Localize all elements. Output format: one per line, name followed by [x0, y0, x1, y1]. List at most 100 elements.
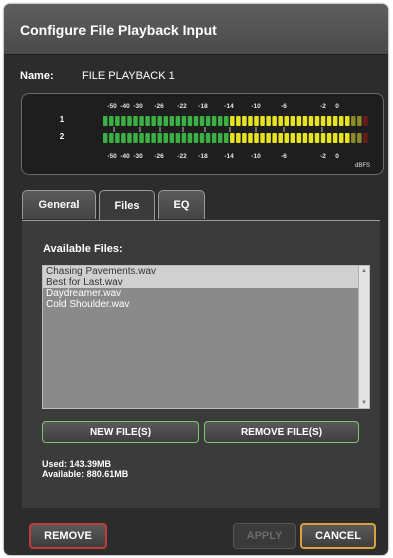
meter-segment: [308, 133, 314, 143]
remove-files-label: REMOVE FILE(S): [240, 426, 323, 438]
meter-segment: [357, 116, 362, 126]
meter-segment: [205, 116, 211, 126]
meter-segment: [133, 133, 138, 143]
meter-segment: [326, 133, 332, 143]
meter-scale-label: -40: [120, 103, 130, 110]
level-meter-graphic: -50 -40 -30 -26 -22 -18 -14 -10 -6 -2 0-50 -40 -30 -2…: [60, 103, 370, 169]
meter-segment: [248, 116, 253, 126]
available-space: Available: 880.61MB: [42, 469, 129, 479]
meter-segment: [169, 116, 175, 126]
level-meter: -50 -40 -30 -26 -22 -18 -14 -10 -6 -2 0 -50 -40 -30 -2…: [21, 93, 384, 175]
tab-eq[interactable]: EQ: [158, 190, 205, 219]
list-item[interactable]: Daydreamer.wav: [43, 288, 369, 299]
meter-segment: [242, 133, 247, 143]
meter-segment: [127, 133, 132, 143]
meter-segment: [157, 133, 162, 143]
meter-segment: [254, 133, 259, 143]
file-list-scrollbar[interactable]: ▲ ▼: [358, 266, 369, 408]
remove-label: REMOVE: [44, 530, 92, 542]
scroll-down-icon[interactable]: ▼: [360, 400, 368, 406]
meter-scale-label: -50: [107, 103, 117, 110]
meter-segment: [230, 133, 235, 143]
meter-segment: [272, 133, 277, 143]
meter-scale-label: -22: [177, 103, 187, 110]
meter-segment: [290, 133, 296, 143]
file-list[interactable]: Chasing Pavements.wav Best for Last.wav …: [42, 265, 370, 409]
meter-segment: [332, 133, 338, 143]
meter-segment: [103, 116, 108, 126]
meter-segment: [115, 116, 120, 126]
name-value: FILE PLAYBACK 1: [82, 70, 175, 82]
meter-segment: [314, 116, 320, 126]
meter-segment: [175, 116, 181, 126]
meter-scale-label: -26: [154, 153, 164, 160]
meter-scale-label: -30: [133, 153, 143, 160]
files-panel: Available Files: Chasing Pavements.wav B…: [22, 220, 380, 508]
dialog-title: Configure File Playback Input: [20, 22, 217, 38]
list-item[interactable]: Best for Last.wav: [43, 277, 369, 288]
meter-scale-label: -10: [251, 103, 261, 110]
meter-segment: [151, 116, 156, 126]
meter-segment: [266, 116, 271, 126]
meter-segment: [121, 116, 126, 126]
scroll-up-icon[interactable]: ▲: [360, 268, 368, 274]
meter-scale-label: -10: [251, 153, 261, 160]
tab-general-label: General: [38, 199, 80, 211]
tab-files-label: Files: [114, 200, 140, 212]
list-item[interactable]: Cold Shoulder.wav: [43, 299, 369, 310]
meter-segment: [175, 133, 181, 143]
cancel-button[interactable]: CANCEL: [300, 523, 376, 549]
cancel-label: CANCEL: [315, 530, 361, 542]
meter-scale-label: -26: [154, 103, 164, 110]
meter-segment: [139, 116, 144, 126]
meter-segment: [351, 133, 356, 143]
meter-segment: [296, 116, 302, 126]
meter-segment: [290, 116, 296, 126]
meter-scale-label: -2: [320, 153, 326, 160]
meter-scale-label: -40: [120, 153, 130, 160]
meter-segment: [187, 133, 193, 143]
meter-channel-label: 2: [60, 132, 65, 141]
meter-segment: [236, 116, 241, 126]
meter-scale-label: -50: [107, 153, 117, 160]
meter-scale-label: -6: [281, 153, 287, 160]
meter-scale-label: -18: [198, 103, 208, 110]
tab-files[interactable]: Files: [99, 190, 155, 221]
available-files-heading: Available Files:: [43, 243, 123, 255]
name-label: Name:: [20, 70, 54, 82]
meter-scale-label: -14: [224, 103, 234, 110]
list-item[interactable]: Chasing Pavements.wav: [43, 266, 369, 277]
meter-scale-label: 0: [335, 103, 339, 110]
meter-segment: [181, 133, 187, 143]
meter-scale-label: -6: [281, 103, 287, 110]
tab-general[interactable]: General: [22, 190, 96, 219]
meter-segment: [332, 116, 338, 126]
meter-segment: [314, 133, 320, 143]
meter-segment: [127, 116, 132, 126]
meter-segment: [260, 133, 265, 143]
meter-segment: [169, 133, 175, 143]
remove-files-button[interactable]: REMOVE FILE(S): [204, 421, 359, 443]
remove-button[interactable]: REMOVE: [29, 523, 107, 549]
meter-segment: [199, 116, 205, 126]
meter-segment: [260, 116, 265, 126]
apply-button[interactable]: APPLY: [233, 523, 296, 549]
meter-segment: [163, 133, 168, 143]
meter-segment: [338, 116, 344, 126]
meter-segment: [217, 133, 223, 143]
meter-scale-label: -14: [224, 153, 234, 160]
meter-segment: [109, 116, 114, 126]
meter-segment: [151, 133, 156, 143]
meter-segment: [320, 133, 326, 143]
new-files-label: NEW FILE(S): [89, 426, 152, 438]
meter-segment: [326, 116, 332, 126]
meter-scale-label: -22: [177, 153, 187, 160]
meter-segment: [351, 116, 356, 126]
meter-segment: [133, 116, 138, 126]
meter-segment: [230, 116, 235, 126]
configure-dialog: Configure File Playback Input Name: FILE…: [4, 4, 388, 555]
new-files-button[interactable]: NEW FILE(S): [42, 421, 199, 443]
storage-usage: Used: 143.39MB Available: 880.61MB: [42, 459, 128, 479]
meter-channel-label: 1: [60, 115, 65, 124]
meter-segment: [145, 116, 150, 126]
